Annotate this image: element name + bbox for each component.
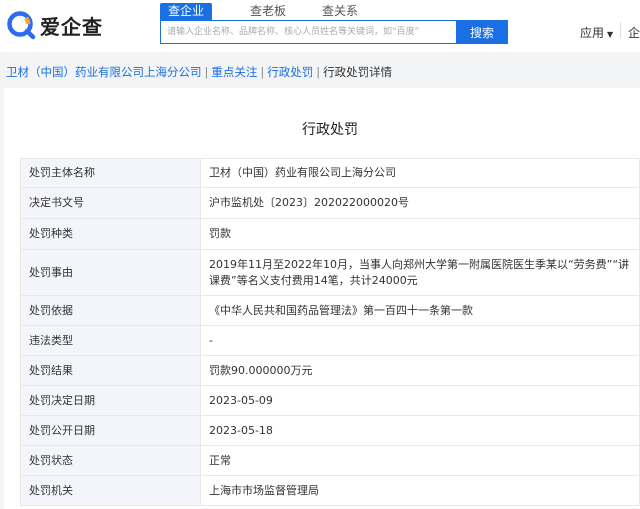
top-header: 爱企查 查企业 查老板 查关系 搜索 应用▼ 企 — [0, 0, 640, 52]
row-label: 违法类型 — [20, 325, 201, 356]
breadcrumb-focus[interactable]: 重点关注 — [211, 65, 257, 79]
header-divider — [620, 22, 621, 38]
search-area: 查企业 查老板 查关系 搜索 — [160, 3, 508, 44]
row-value: 《中华人民共和国药品管理法》第一百四十一条第一款 — [200, 295, 640, 326]
table-row: 处罚结果 罚款90.000000万元 — [20, 355, 640, 386]
table-row: 处罚事由 2019年11月至2022年10月，当事人向郑州大学第一附属医院医生季… — [20, 249, 640, 296]
breadcrumb-current: 行政处罚详情 — [323, 65, 393, 79]
breadcrumb-company[interactable]: 卫材（中国）药业有限公司上海分公司 — [6, 65, 202, 79]
row-label: 处罚状态 — [20, 445, 201, 476]
app-menu-label: 应用 — [580, 26, 605, 40]
row-value: 卫材（中国）药业有限公司上海分公司 — [200, 158, 640, 188]
penalty-detail-table: 处罚主体名称 卫材（中国）药业有限公司上海分公司 决定书文号 沪市监机处〔202… — [20, 158, 640, 506]
row-value: 2019年11月至2022年10月，当事人向郑州大学第一附属医院医生季某以“劳务… — [200, 249, 640, 296]
page-title: 行政处罚 — [302, 122, 358, 138]
search-input[interactable] — [160, 20, 456, 44]
row-value: 罚款 — [200, 218, 640, 250]
tab-company[interactable]: 查企业 — [160, 3, 213, 20]
table-row: 处罚状态 正常 — [20, 445, 640, 476]
search-box: 搜索 — [160, 20, 508, 44]
table-row: 决定书文号 沪市监机处〔2023〕202022000020号 — [20, 187, 640, 219]
row-label: 处罚结果 — [20, 355, 201, 386]
tab-relation[interactable]: 查关系 — [314, 3, 366, 20]
row-label: 处罚机关 — [20, 475, 201, 506]
tab-boss[interactable]: 查老板 — [242, 3, 294, 20]
row-label: 决定书文号 — [20, 187, 201, 219]
logo-text: 爱企查 — [40, 14, 103, 39]
search-tabs: 查企业 查老板 查关系 — [160, 3, 386, 20]
row-label: 处罚依据 — [20, 295, 201, 326]
table-row: 处罚机关 上海市市场监督管理局 — [20, 475, 640, 506]
breadcrumb-separator: | — [316, 65, 321, 79]
search-button[interactable]: 搜索 — [456, 20, 508, 44]
row-value: 2023-05-09 — [200, 385, 640, 416]
table-row: 处罚公开日期 2023-05-18 — [20, 415, 640, 446]
table-row: 处罚决定日期 2023-05-09 — [20, 385, 640, 416]
logo[interactable]: 爱企查 — [6, 10, 103, 40]
breadcrumb-penalty[interactable]: 行政处罚 — [267, 65, 313, 79]
detail-card: 行政处罚 处罚主体名称 卫材（中国）药业有限公司上海分公司 决定书文号 沪市监机… — [4, 88, 640, 509]
breadcrumb: 卫材（中国）药业有限公司上海分公司 | 重点关注 | 行政处罚 | 行政处罚详情 — [6, 64, 392, 80]
row-value: 2023-05-18 — [200, 415, 640, 446]
row-value: 正常 — [200, 445, 640, 476]
table-row: 处罚主体名称 卫材（中国）药业有限公司上海分公司 — [20, 158, 640, 188]
row-value: 沪市监机处〔2023〕202022000020号 — [200, 187, 640, 219]
row-label: 处罚主体名称 — [20, 158, 201, 188]
breadcrumb-separator: | — [204, 65, 209, 79]
row-label: 处罚决定日期 — [20, 385, 201, 416]
row-label: 处罚种类 — [20, 218, 201, 250]
table-row: 处罚种类 罚款 — [20, 218, 640, 250]
breadcrumb-separator: | — [260, 65, 265, 79]
row-label: 处罚公开日期 — [20, 415, 201, 446]
row-label: 处罚事由 — [20, 249, 201, 296]
table-row: 违法类型 - — [20, 325, 640, 356]
enterprise-link[interactable]: 企 — [628, 24, 640, 41]
row-value: - — [200, 325, 640, 356]
app-menu[interactable]: 应用 ▼ — [580, 24, 613, 41]
table-row: 处罚依据 《中华人民共和国药品管理法》第一百四十一条第一款 — [20, 295, 640, 326]
caret-down-icon: ▼ — [607, 30, 614, 39]
logo-icon — [6, 10, 36, 40]
row-value: 上海市市场监督管理局 — [200, 475, 640, 506]
row-value: 罚款90.000000万元 — [200, 355, 640, 386]
